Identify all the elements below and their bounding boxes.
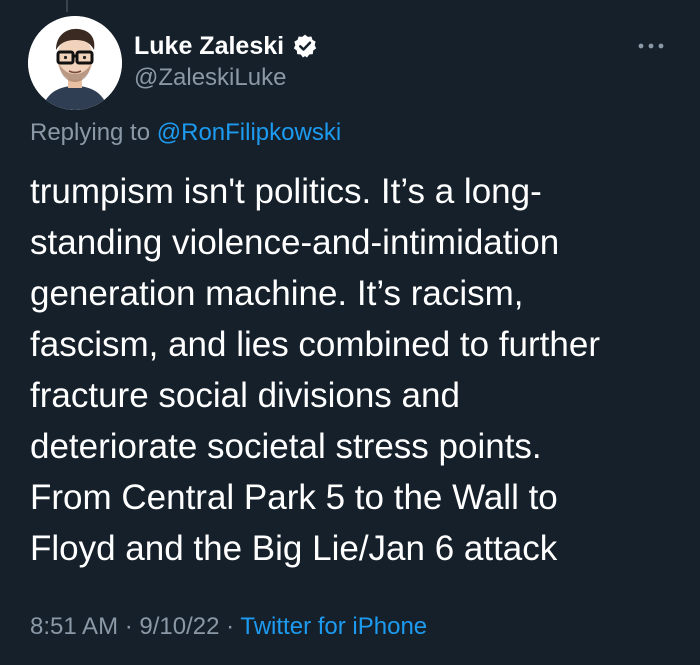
replying-prefix: Replying to [30, 119, 151, 146]
tweet-line: trumpism isn't politics. It’s a long- [30, 172, 542, 211]
tweet-line: deteriorate societal stress points. [30, 427, 542, 466]
meta-separator: · [124, 613, 133, 640]
thread-connector-line [66, 0, 68, 12]
tweet-text: trumpism isn't politics. It’s a long- st… [30, 166, 680, 574]
avatar[interactable] [28, 16, 122, 110]
tweet-source-link[interactable]: Twitter for iPhone [240, 613, 427, 640]
tweet-line: generation machine. It’s racism, [30, 274, 524, 313]
tweet-time[interactable]: 8:51 AM [30, 613, 118, 640]
meta-separator: · [226, 613, 235, 640]
tweet-line: standing violence-and-intimidation [30, 223, 560, 262]
reply-mention-link[interactable]: @RonFilipkowski [157, 119, 341, 146]
verified-badge-icon [292, 33, 318, 59]
name-row: Luke Zaleski [134, 32, 318, 60]
tweet-line: Floyd and the Big Lie/Jan 6 attack [30, 529, 558, 568]
tweet-line: fascism, and lies combined to further [30, 325, 600, 364]
author-handle[interactable]: @ZaleskiLuke [134, 64, 318, 92]
author-display-name[interactable]: Luke Zaleski [134, 32, 284, 60]
avatar-illustration-icon [28, 16, 122, 110]
tweet-line: fracture social divisions and [30, 376, 460, 415]
tweet-date[interactable]: 9/10/22 [139, 613, 219, 640]
tweet-meta: 8:51 AM · 9/10/22 · Twitter for iPhone [30, 612, 427, 642]
author-block: Luke Zaleski @ZaleskiLuke [134, 32, 318, 92]
replying-to: Replying to @RonFilipkowski [30, 118, 341, 148]
more-options-icon[interactable] [636, 38, 666, 49]
tweet-line: From Central Park 5 to the Wall to [30, 478, 558, 517]
